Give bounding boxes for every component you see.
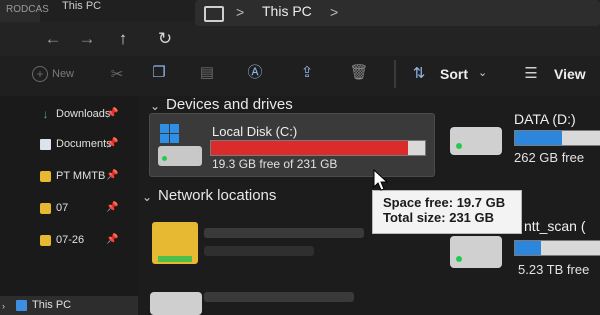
paste-icon[interactable]: ▤ bbox=[196, 62, 218, 84]
hard-drive-icon bbox=[450, 236, 502, 268]
chevron-down-icon: ⌄ bbox=[478, 67, 488, 79]
drive-usage-bar bbox=[514, 240, 600, 256]
breadcrumb-separator: > bbox=[236, 4, 245, 20]
hard-drive-icon[interactable] bbox=[150, 292, 202, 315]
download-icon: ↓ bbox=[42, 107, 49, 121]
drive-tooltip: Space free: 19.7 GB Total size: 231 GB bbox=[372, 190, 522, 234]
arrow-left-icon[interactable]: ← bbox=[40, 26, 66, 52]
folder-icon bbox=[40, 171, 51, 182]
address-box[interactable] bbox=[195, 0, 600, 26]
new-button[interactable]: + New bbox=[0, 64, 104, 88]
network-location-detail bbox=[204, 246, 314, 256]
sidebar-item-label: Downloads bbox=[56, 108, 111, 120]
copy-icon[interactable]: ❐ bbox=[148, 62, 170, 84]
tab-title-fragment: RODCAS bbox=[6, 4, 49, 15]
network-locations-header[interactable]: Network locations bbox=[158, 187, 276, 204]
pin-icon: 📌 bbox=[106, 234, 119, 245]
sidebar-item-pt-mmtb[interactable]: PT MMTB 📌 bbox=[0, 166, 138, 190]
sidebar-item-label: 07 bbox=[56, 202, 69, 214]
chevron-right-icon: › bbox=[2, 301, 5, 311]
view-label: View bbox=[554, 66, 586, 82]
tooltip-total-size: Total size: 231 GB bbox=[383, 210, 495, 225]
drive-name[interactable]: DATA (D:) bbox=[514, 111, 576, 127]
pin-icon: 📌 bbox=[106, 202, 119, 213]
computer-icon bbox=[204, 6, 224, 22]
network-location-name[interactable] bbox=[204, 228, 364, 238]
sort-label: Sort bbox=[440, 66, 468, 82]
sort-button[interactable]: ⇅ Sort ⌄ bbox=[406, 60, 496, 90]
arrow-up-icon[interactable]: ↑ bbox=[110, 26, 136, 52]
new-label: New bbox=[52, 68, 75, 80]
folder-icon bbox=[40, 235, 51, 246]
drive-free-text: 19.3 GB free of 231 GB bbox=[212, 157, 338, 171]
windows-icon bbox=[160, 124, 180, 144]
devices-and-drives-header[interactable]: Devices and drives bbox=[166, 96, 293, 113]
drive-free-text: 5.23 TB free bbox=[518, 262, 590, 277]
sidebar-item-07-26[interactable]: 07-26 📌 bbox=[0, 230, 138, 254]
tooltip-space-free: Space free: 19.7 GB bbox=[383, 195, 506, 210]
view-button[interactable]: ☰ View bbox=[516, 60, 600, 90]
sidebar-item-this-pc[interactable]: › This PC bbox=[0, 296, 138, 315]
document-icon bbox=[40, 139, 51, 150]
drive-name[interactable]: ntt_scan ( bbox=[524, 218, 585, 234]
window-title: This PC bbox=[62, 0, 102, 12]
pin-icon: 📌 bbox=[106, 138, 119, 149]
sidebar-item-label: This PC bbox=[32, 299, 72, 311]
drive-usage-bar bbox=[514, 130, 600, 146]
drive-usage-fill bbox=[211, 141, 408, 155]
sidebar-item-label: PT MMTB bbox=[56, 170, 106, 182]
sidebar-item-label: Documents bbox=[56, 138, 112, 150]
breadcrumb-chevron[interactable]: > bbox=[330, 4, 338, 20]
delete-icon[interactable]: 🗑 bbox=[348, 62, 370, 84]
breadcrumb-this-pc[interactable]: This PC bbox=[262, 3, 312, 19]
view-icon: ☰ bbox=[524, 65, 538, 82]
sidebar-item-07[interactable]: 07 📌 bbox=[0, 198, 138, 222]
pin-icon: 📌 bbox=[106, 108, 119, 119]
share-icon[interactable]: ⇪ bbox=[296, 62, 318, 84]
hard-drive-icon bbox=[158, 146, 202, 166]
pin-icon: 📌 bbox=[106, 170, 119, 181]
drive-usage-bar bbox=[210, 140, 426, 156]
arrow-right-icon[interactable]: → bbox=[74, 26, 100, 52]
rename-icon[interactable]: Ⓐ bbox=[244, 62, 266, 84]
sidebar-item-downloads[interactable]: ↓ Downloads 📌 bbox=[0, 104, 138, 128]
mouse-cursor-icon bbox=[373, 169, 389, 191]
cut-icon[interactable]: ✂ bbox=[106, 64, 128, 86]
sidebar-item-documents[interactable]: Documents 📌 bbox=[0, 134, 138, 158]
toolbar-divider bbox=[394, 60, 396, 88]
refresh-icon[interactable]: ↻ bbox=[152, 26, 178, 52]
chevron-down-icon[interactable]: ⌄ bbox=[142, 190, 152, 204]
drive-name: Local Disk (C:) bbox=[212, 124, 298, 139]
folder-icon[interactable] bbox=[152, 222, 198, 264]
folder-icon bbox=[40, 203, 51, 214]
chevron-down-icon[interactable]: ⌄ bbox=[150, 99, 160, 113]
computer-icon bbox=[16, 300, 27, 311]
drive-free-text: 262 GB free bbox=[514, 150, 585, 165]
hard-drive-icon bbox=[450, 127, 502, 155]
drive-usage-fill bbox=[515, 241, 541, 255]
plus-icon: + bbox=[32, 66, 48, 82]
sidebar-item-label: 07-26 bbox=[56, 234, 85, 246]
network-location-name[interactable] bbox=[204, 292, 354, 302]
sort-icon: ⇅ bbox=[412, 65, 426, 82]
drive-usage-fill bbox=[515, 131, 563, 145]
